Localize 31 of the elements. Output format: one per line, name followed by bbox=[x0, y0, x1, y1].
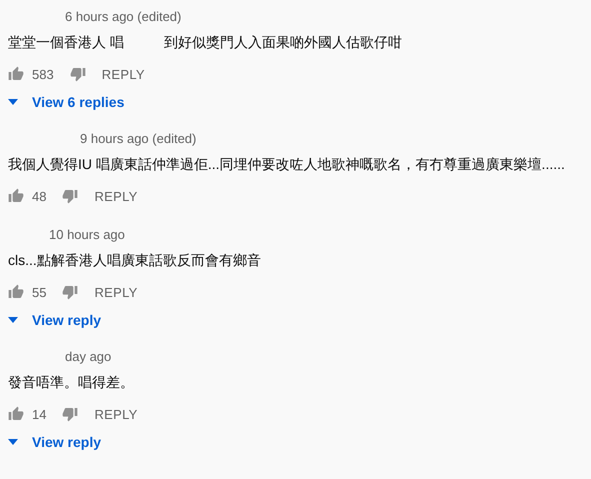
reply-button[interactable]: REPLY bbox=[94, 184, 138, 208]
thumbs-down-icon[interactable] bbox=[62, 188, 78, 204]
comment-text: 到好似獎門人入面果啲外國人估歌仔咁 bbox=[164, 33, 402, 52]
view-replies-button[interactable]: View reply bbox=[8, 430, 102, 454]
reply-button[interactable]: REPLY bbox=[94, 402, 138, 426]
comment-timestamp[interactable]: 9 hours ago (edited) bbox=[80, 130, 196, 148]
comment-text: 發音唔準。唱得差。 bbox=[8, 373, 134, 392]
thumbs-up-icon[interactable] bbox=[8, 188, 24, 204]
like-count: 48 bbox=[32, 188, 46, 204]
comment-text: 我個人覺得IU 唱廣東話仲準過佢...同埋仲要改咗人地歌神嘅歌名，有冇尊重過廣東樂壇...... bbox=[8, 155, 565, 174]
view-replies-button[interactable]: View reply bbox=[8, 308, 102, 332]
reply-button[interactable]: REPLY bbox=[102, 62, 145, 86]
like-count: 14 bbox=[32, 406, 46, 422]
caret-icon bbox=[8, 99, 18, 105]
comment-text: 堂堂一個香港人 唱 bbox=[8, 33, 124, 52]
thumbs-up-icon[interactable] bbox=[8, 406, 24, 422]
reply-button[interactable]: REPLY bbox=[94, 280, 138, 304]
like-count: 583 bbox=[32, 66, 54, 82]
thumbs-down-icon[interactable] bbox=[62, 284, 78, 300]
thumbs-down-icon[interactable] bbox=[62, 406, 78, 422]
comment-timestamp[interactable]: day ago bbox=[65, 348, 112, 366]
thumbs-down-icon[interactable] bbox=[70, 66, 86, 82]
caret-icon bbox=[8, 317, 18, 323]
thumbs-up-icon[interactable] bbox=[8, 284, 24, 300]
thumbs-up-icon[interactable] bbox=[8, 66, 24, 82]
comment-timestamp[interactable]: 6 hours ago (edited) bbox=[65, 8, 182, 26]
view-replies-button[interactable]: View 6 replies bbox=[8, 90, 124, 114]
like-count: 55 bbox=[32, 284, 46, 300]
caret-icon bbox=[8, 439, 18, 445]
comment-text: cls...點解香港人唱廣東話歌反而會有鄉音 bbox=[8, 251, 261, 270]
comment-timestamp[interactable]: 10 hours ago bbox=[49, 226, 125, 244]
